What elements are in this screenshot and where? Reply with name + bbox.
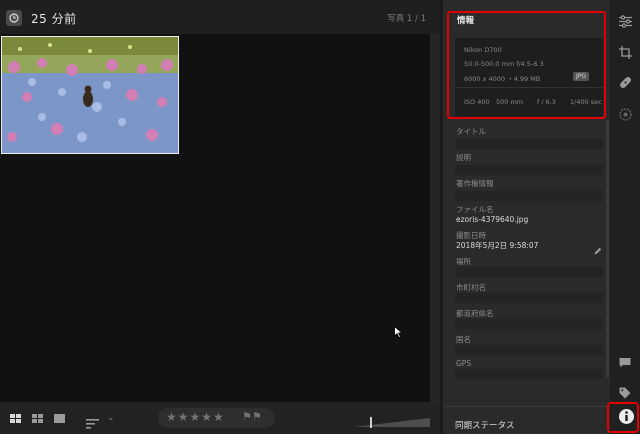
photo-count: 写真 1 / 1	[387, 14, 426, 24]
mouse-cursor	[394, 323, 404, 342]
sync-divider	[443, 406, 610, 407]
thumbnail-view-button[interactable]	[32, 414, 43, 423]
grid-scrollbar[interactable]	[430, 34, 440, 402]
info-icon[interactable]	[619, 409, 634, 424]
gps-field	[455, 369, 603, 379]
description-field[interactable]	[455, 165, 603, 175]
bandage-icon[interactable]	[619, 74, 632, 93]
zoom-slider[interactable]	[354, 413, 430, 428]
chevron-down-icon[interactable]: ⌄	[107, 413, 115, 423]
aperture-value: f / 6.3	[537, 98, 556, 106]
clock-icon[interactable]	[6, 10, 22, 26]
panel-divider	[440, 0, 443, 434]
tool-strip	[610, 0, 640, 434]
copyright-field[interactable]	[455, 191, 603, 201]
library-pane: 25 分前 写真 1 / 1 ⌄ ★★★★★ ⚑⚑	[0, 0, 440, 434]
library-header: 25 分前 写真 1 / 1	[0, 0, 440, 34]
location-field[interactable]	[455, 267, 603, 277]
sync-status-label[interactable]: 同期ステータス	[455, 419, 515, 431]
info-heading: 情報	[457, 16, 475, 26]
state-field[interactable]	[455, 319, 603, 329]
tag-icon[interactable]	[619, 384, 631, 403]
rating-flag-bar: ★★★★★ ⚑⚑	[158, 408, 275, 428]
photo-grid	[0, 34, 430, 402]
single-view-button[interactable]	[54, 414, 65, 423]
crop-icon[interactable]	[619, 44, 632, 63]
state-label: 都道府県名	[456, 309, 494, 318]
exif-summary: Nikon D700 50.0-500.0 mm f/4.5-6.3 6000 …	[455, 38, 603, 117]
grid-view-button[interactable]	[10, 414, 21, 423]
photo-thumbnail[interactable]	[1, 36, 179, 154]
exif-divider	[455, 87, 603, 88]
iso-value: ISO 400	[464, 98, 490, 106]
country-label: 国名	[456, 335, 471, 344]
gps-label: GPS	[456, 359, 472, 368]
location-label: 場所	[456, 257, 471, 266]
title-label: タイトル	[456, 127, 486, 136]
flag-buttons[interactable]: ⚑⚑	[242, 410, 262, 423]
sort-icon[interactable]	[86, 414, 100, 433]
focal-length: 500 mm	[496, 98, 524, 106]
filename-value: ezoris-4379640.jpg	[456, 215, 529, 224]
panel-scrollbar[interactable]	[606, 120, 609, 378]
comment-icon[interactable]	[619, 354, 631, 373]
city-field[interactable]	[455, 293, 603, 303]
city-label: 市町村名	[456, 283, 486, 292]
page-title: 25 分前	[31, 12, 77, 26]
sliders-icon[interactable]	[619, 13, 632, 32]
star-rating[interactable]: ★★★★★	[166, 410, 225, 424]
image-size: 6000 x 4000 ・4.99 MB	[464, 75, 541, 83]
lens-info: 50.0-500.0 mm f/4.5-6.3	[464, 60, 544, 68]
title-field[interactable]	[455, 139, 603, 149]
description-label: 説明	[456, 153, 471, 162]
filename-label: ファイル名	[456, 205, 494, 214]
shutter-speed: 1/400 sec	[570, 98, 602, 106]
lens-icon[interactable]	[619, 106, 632, 125]
edit-pencil-icon[interactable]	[594, 240, 602, 259]
info-panel: 情報 Nikon D700 50.0-500.0 mm f/4.5-6.3 60…	[440, 0, 610, 434]
camera-model: Nikon D700	[464, 46, 502, 54]
format-badge: JPG	[573, 72, 590, 81]
copyright-label: 著作権情報	[456, 179, 494, 188]
country-field[interactable]	[455, 345, 603, 355]
capture-date-value: 2018年5月2日 9:58:07	[456, 241, 539, 250]
